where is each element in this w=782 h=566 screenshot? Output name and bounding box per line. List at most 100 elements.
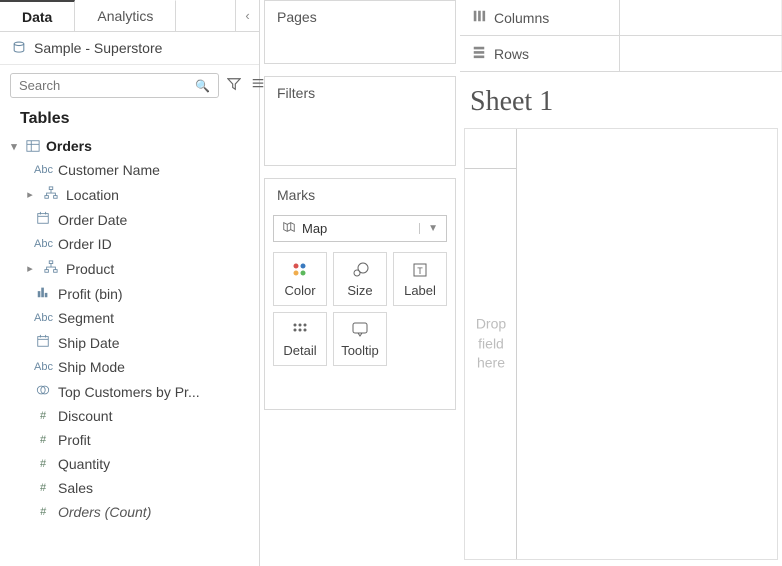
- field-label: Product: [66, 261, 114, 277]
- field-ship-mode[interactable]: Abc Ship Mode: [0, 355, 259, 379]
- table-label: Orders: [46, 138, 92, 154]
- rows-shelf[interactable]: Rows: [460, 36, 782, 72]
- mark-btn-label: Color: [284, 283, 315, 298]
- map-icon: [282, 220, 296, 237]
- filters-title: Filters: [265, 77, 455, 109]
- chevron-down-icon: ▼: [419, 223, 438, 234]
- mark-label-button[interactable]: T Label: [393, 252, 447, 306]
- side-tabs: Data Analytics ‹: [0, 0, 259, 32]
- abc-icon: Abc: [34, 164, 52, 176]
- caret-right-icon: ▸: [24, 188, 36, 201]
- filters-card[interactable]: Filters: [264, 76, 456, 166]
- drop-field-hint: Drop field here: [465, 315, 517, 374]
- filter-icon[interactable]: [225, 75, 243, 96]
- set-icon: [34, 383, 52, 400]
- tab-analytics[interactable]: Analytics: [75, 0, 176, 31]
- field-label: Ship Date: [58, 335, 119, 351]
- table-orders[interactable]: ▾ Orders: [0, 134, 259, 158]
- size-icon: [351, 261, 369, 279]
- label-icon: T: [411, 261, 429, 279]
- caret-right-icon: ▸: [24, 262, 36, 275]
- abc-icon: Abc: [34, 361, 52, 373]
- field-sales[interactable]: # Sales: [0, 476, 259, 500]
- pages-title: Pages: [265, 1, 455, 33]
- field-location[interactable]: ▸ Location: [0, 182, 259, 207]
- field-label: Ship Mode: [58, 359, 125, 375]
- datasource-row[interactable]: Sample - Superstore: [0, 32, 259, 65]
- field-top-customers[interactable]: Top Customers by Pr...: [0, 379, 259, 404]
- field-label: Order ID: [58, 236, 112, 252]
- pages-card[interactable]: Pages: [264, 0, 456, 64]
- field-label: Discount: [58, 408, 112, 424]
- columns-drop-zone[interactable]: [620, 0, 782, 35]
- mark-detail-button[interactable]: Detail: [273, 312, 327, 366]
- tab-data[interactable]: Data: [0, 0, 75, 31]
- calendar-icon: [34, 211, 52, 228]
- search-toolbar: 🔍 ▼: [0, 65, 259, 106]
- collapse-icon[interactable]: ‹: [235, 0, 259, 31]
- field-quantity[interactable]: # Quantity: [0, 452, 259, 476]
- mark-btn-label: Label: [404, 283, 436, 298]
- table-icon: [26, 139, 40, 153]
- marks-card: Marks Map ▼ Color Size: [264, 178, 456, 410]
- columns-label: Columns: [494, 10, 549, 26]
- hierarchy-icon: [42, 186, 60, 203]
- columns-shelf[interactable]: Columns: [460, 0, 782, 36]
- tooltip-icon: [351, 321, 369, 339]
- field-label: Sales: [58, 480, 93, 496]
- number-icon: #: [34, 434, 52, 446]
- sheet-title[interactable]: Sheet 1: [464, 78, 778, 128]
- field-customer-name[interactable]: Abc Customer Name: [0, 158, 259, 182]
- marks-title: Marks: [265, 179, 455, 211]
- col-header-corner[interactable]: [465, 129, 516, 169]
- tables-heading: Tables: [0, 106, 259, 134]
- field-label: Customer Name: [58, 162, 160, 178]
- field-order-date[interactable]: Order Date: [0, 207, 259, 232]
- field-order-id[interactable]: Abc Order ID: [0, 232, 259, 256]
- mark-btn-label: Tooltip: [341, 343, 379, 358]
- columns-icon: [472, 9, 486, 26]
- field-label: Orders (Count): [58, 504, 151, 520]
- mark-type-select[interactable]: Map ▼: [273, 215, 447, 242]
- field-label: Profit: [58, 432, 91, 448]
- field-label: Segment: [58, 310, 114, 326]
- svg-text:T: T: [417, 266, 423, 276]
- field-profit-bin[interactable]: Profit (bin): [0, 281, 259, 306]
- mark-color-button[interactable]: Color: [273, 252, 327, 306]
- field-orders-count[interactable]: # Orders (Count): [0, 500, 259, 524]
- field-label: Top Customers by Pr...: [58, 384, 200, 400]
- detail-icon: [291, 321, 309, 339]
- mark-type-label: Map: [302, 221, 327, 236]
- mark-btn-label: Detail: [283, 343, 316, 358]
- rows-drop-zone[interactable]: [620, 36, 782, 71]
- rows-icon: [472, 45, 486, 62]
- field-profit[interactable]: # Profit: [0, 428, 259, 452]
- search-input[interactable]: [19, 78, 195, 93]
- calendar-icon: [34, 334, 52, 351]
- field-ship-date[interactable]: Ship Date: [0, 330, 259, 355]
- histogram-icon: [34, 285, 52, 302]
- hierarchy-icon: [42, 260, 60, 277]
- datasource-name: Sample - Superstore: [34, 40, 162, 56]
- abc-icon: Abc: [34, 238, 52, 250]
- field-label: Location: [66, 187, 119, 203]
- number-icon: #: [34, 458, 52, 470]
- view-pane: Columns Rows Sheet 1 Drop field here: [460, 0, 782, 566]
- field-label: Order Date: [58, 212, 127, 228]
- number-icon: #: [34, 506, 52, 518]
- field-label: Quantity: [58, 456, 110, 472]
- field-discount[interactable]: #Discount: [0, 404, 259, 428]
- abc-icon: Abc: [34, 312, 52, 324]
- mark-tooltip-button[interactable]: Tooltip: [333, 312, 387, 366]
- field-product[interactable]: ▸ Product: [0, 256, 259, 281]
- mark-size-button[interactable]: Size: [333, 252, 387, 306]
- search-icon: 🔍: [195, 79, 210, 93]
- spacer: [393, 312, 447, 366]
- fields-tree[interactable]: ▾ Orders Abc Customer Name ▸ Location Orde…: [0, 134, 259, 566]
- number-icon: #: [34, 482, 52, 494]
- view-canvas[interactable]: Drop field here: [464, 128, 778, 560]
- search-box[interactable]: 🔍: [10, 73, 219, 98]
- rows-label: Rows: [494, 46, 529, 62]
- field-label: Profit (bin): [58, 286, 123, 302]
- field-segment[interactable]: Abc Segment: [0, 306, 259, 330]
